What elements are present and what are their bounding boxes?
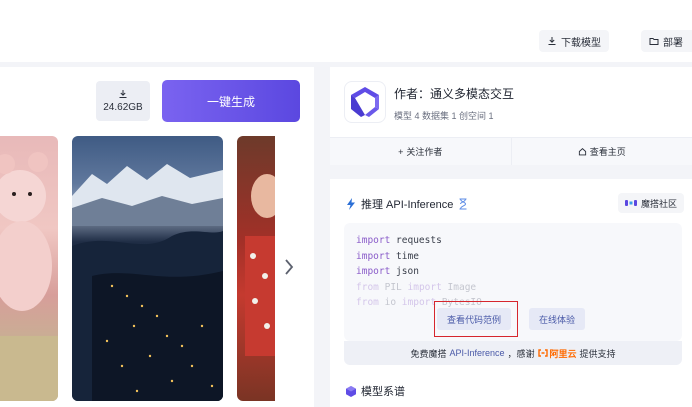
- download-size: 24.62GB: [103, 102, 143, 113]
- deploy-label: 部署: [663, 37, 683, 49]
- download-model-button[interactable]: 下载模型: [539, 30, 609, 52]
- follow-author-label: 关注作者: [406, 147, 443, 157]
- author-actions: + 关注作者 查看主页: [330, 137, 692, 165]
- download-size-button[interactable]: 24.62GB: [96, 81, 150, 121]
- one-click-generate-button[interactable]: 一键生成: [162, 80, 300, 122]
- code-line: import json: [356, 266, 419, 277]
- deploy-button[interactable]: 部署: [641, 30, 692, 52]
- support-suffix: 提供支持: [579, 348, 616, 359]
- api-inference-title: 推理 API-Inference: [346, 196, 468, 212]
- api-inference-link[interactable]: API-Inference: [449, 348, 504, 358]
- view-homepage-button[interactable]: 查看主页: [510, 138, 692, 165]
- try-online-button[interactable]: 在线体验: [529, 308, 585, 330]
- plus-icon: +: [398, 146, 404, 157]
- sample-image-pink-bear[interactable]: [0, 136, 58, 401]
- author-stats: 模型 4 数据集 1 创空间 1: [394, 111, 494, 121]
- sample-image-lake-town-night[interactable]: [72, 136, 223, 401]
- author-card: 作者：通义多模态交互 模型 4 数据集 1 创空间 1 + 关注作者 查看主页: [330, 67, 692, 165]
- support-note: 免费魔搭 API-Inference ，感谢 阿里云 提供支持: [344, 341, 682, 365]
- author-avatar[interactable]: [344, 81, 386, 123]
- lightning-icon: [347, 198, 355, 210]
- model-lineage-title: 模型系谱: [346, 383, 405, 399]
- home-icon: [578, 148, 586, 156]
- modelscope-community-label: 魔搭社区: [640, 198, 677, 209]
- folder-icon: [649, 38, 659, 45]
- download-icon: [119, 90, 127, 98]
- top-bar: 下载模型 部署: [0, 0, 692, 62]
- modelscope-logo-icon: [624, 200, 637, 206]
- hourglass-icon[interactable]: [458, 198, 468, 210]
- code-line: import time: [356, 250, 419, 262]
- api-inference-title-text: 推理 API-Inference: [361, 199, 454, 211]
- author-name[interactable]: 作者：通义多模态交互: [394, 85, 514, 102]
- sidebar: 作者：通义多模态交互 模型 4 数据集 1 创空间 1 + 关注作者 查看主页 …: [330, 67, 692, 407]
- download-icon: [548, 37, 556, 45]
- tongyi-logo-icon: [351, 87, 379, 117]
- chevron-right-icon[interactable]: [282, 257, 296, 277]
- code-line: import requests: [356, 235, 442, 246]
- api-inference-card: 推理 API-Inference 魔搭社区 import requests im…: [330, 179, 692, 407]
- code-line: from io import BytesIO: [356, 297, 482, 308]
- modelscope-community-button[interactable]: 魔搭社区: [617, 193, 684, 213]
- view-homepage-label: 查看主页: [589, 147, 626, 157]
- support-mid: ，感谢: [507, 348, 535, 359]
- support-prefix: 免费魔搭: [410, 348, 447, 359]
- aliyun-logo: 阿里云: [537, 347, 577, 360]
- sample-image-red-figure[interactable]: [237, 136, 275, 401]
- aliyun-icon: [537, 349, 548, 357]
- model-lineage-title-text: 模型系谱: [361, 386, 405, 398]
- download-model-label: 下载模型: [561, 37, 601, 49]
- code-line: from PIL import Image: [356, 281, 477, 293]
- follow-author-button[interactable]: + 关注作者: [330, 138, 511, 165]
- model-preview-panel: 24.62GB 一键生成: [0, 67, 314, 407]
- highlight-box: [434, 301, 518, 337]
- aliyun-brand: 阿里云: [549, 348, 577, 359]
- cube-icon: [346, 385, 356, 397]
